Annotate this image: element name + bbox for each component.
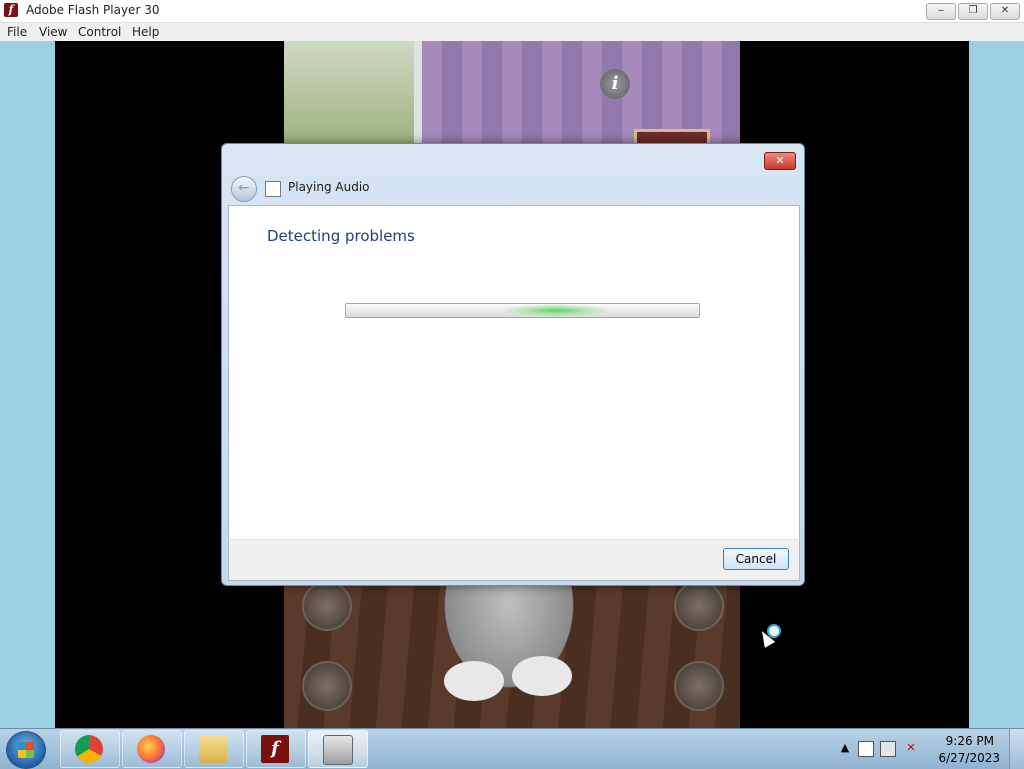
- clock-date[interactable]: 6/27/2023: [938, 751, 1000, 765]
- record-button-icon[interactable]: [674, 661, 724, 711]
- action-center-icon[interactable]: [858, 741, 874, 757]
- chrome-icon: [75, 735, 103, 763]
- menu-control[interactable]: Control: [78, 25, 121, 39]
- volume-muted-icon[interactable]: ✕: [904, 741, 918, 755]
- clock-time[interactable]: 9:26 PM: [946, 734, 994, 748]
- cat-paw-left: [444, 661, 504, 701]
- menu-view[interactable]: View: [39, 25, 67, 39]
- dialog-close-button[interactable]: ✕: [764, 152, 796, 170]
- menu-help[interactable]: Help: [132, 25, 159, 39]
- taskbar-file-explorer[interactable]: [184, 730, 244, 768]
- cancel-button[interactable]: Cancel: [723, 548, 789, 570]
- flash-player-icon: f: [261, 735, 289, 763]
- show-desktop-button[interactable]: [1009, 729, 1024, 769]
- taskbar-troubleshooter[interactable]: [308, 730, 368, 768]
- flash-icon: f: [4, 3, 18, 17]
- fart-button-icon[interactable]: [302, 661, 352, 711]
- cymbals-button-icon[interactable]: [674, 581, 724, 631]
- game-window-scenery: [284, 41, 420, 151]
- progress-marquee: [501, 304, 611, 317]
- dialog-title: Playing Audio: [288, 180, 370, 194]
- troubleshooter-icon: [323, 735, 353, 765]
- troubleshooter-icon: [265, 181, 281, 197]
- file-explorer-icon: [199, 735, 227, 763]
- troubleshooter-dialog: ✕ ← Playing Audio Detecting problems Can…: [221, 143, 805, 586]
- taskbar-flash-player[interactable]: f: [246, 730, 306, 768]
- close-button[interactable]: ✕: [990, 3, 1020, 20]
- window-titlebar: f Adobe Flash Player 30 ‒ ❐ ✕: [0, 0, 1024, 23]
- minimize-button[interactable]: ‒: [926, 3, 956, 20]
- dialog-heading: Detecting problems: [267, 227, 415, 245]
- maximize-button[interactable]: ❐: [958, 3, 988, 20]
- progress-bar: [345, 303, 700, 318]
- dialog-body: Detecting problems: [228, 205, 800, 540]
- start-button[interactable]: [6, 731, 46, 769]
- taskbar-chrome[interactable]: [60, 730, 120, 768]
- busy-indicator-icon: [767, 624, 781, 638]
- milk-button-icon[interactable]: [302, 581, 352, 631]
- menu-file[interactable]: File: [7, 25, 27, 39]
- window-title: Adobe Flash Player 30: [26, 3, 160, 17]
- taskbar: f ▲ ✕ 9:26 PM 6/27/2023: [0, 728, 1024, 769]
- system-tray: ▲ ✕ 9:26 PM 6/27/2023: [834, 729, 1024, 769]
- firefox-icon: [137, 735, 165, 763]
- cat-paw-right: [512, 656, 572, 696]
- show-hidden-icons-button[interactable]: ▲: [838, 741, 852, 755]
- back-button[interactable]: ←: [231, 176, 257, 202]
- network-icon[interactable]: [880, 741, 896, 757]
- taskbar-firefox[interactable]: [122, 730, 182, 768]
- info-icon[interactable]: i: [600, 69, 630, 99]
- menu-bar: File View Control Help: [0, 23, 1024, 41]
- dialog-footer: Cancel: [228, 539, 800, 581]
- windows-logo-icon: [18, 742, 34, 758]
